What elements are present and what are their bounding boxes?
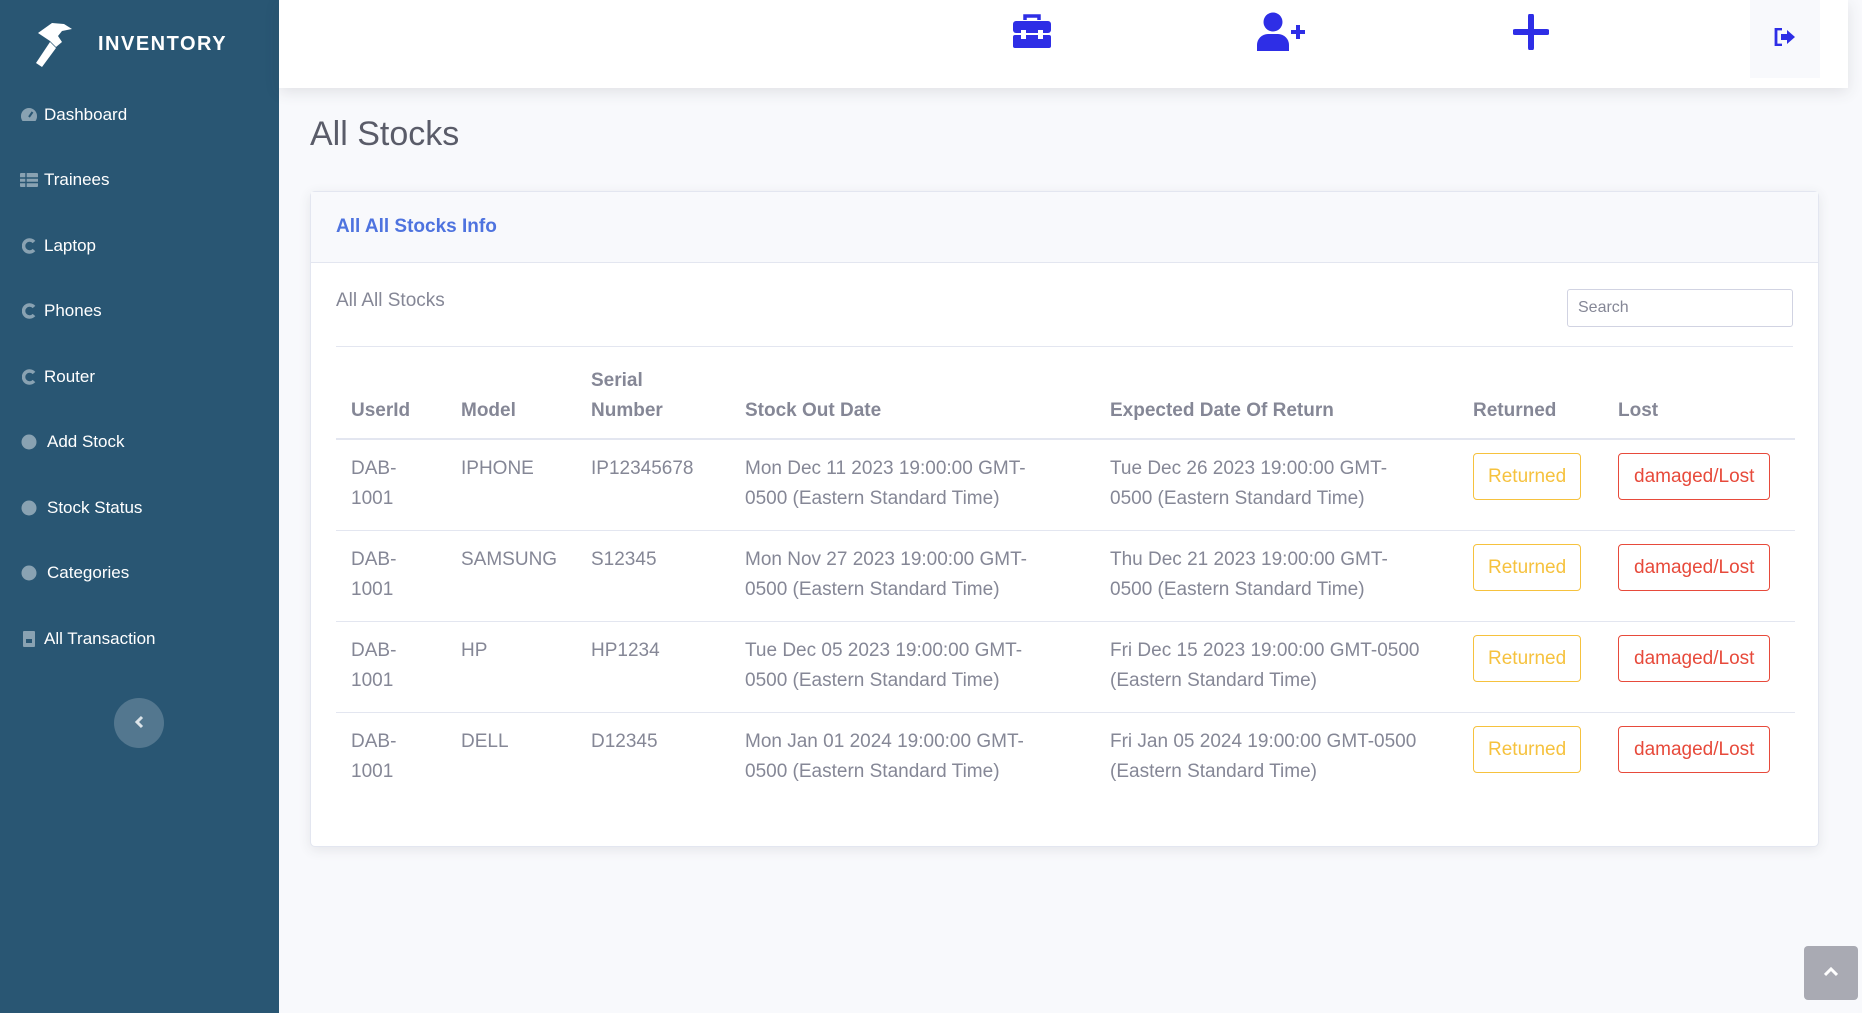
card-header: All All Stocks Info <box>311 192 1818 263</box>
logout-button[interactable] <box>1750 0 1820 78</box>
sidebar-item-router[interactable]: Router <box>0 344 279 410</box>
returned-button[interactable]: Returned <box>1473 725 1582 773</box>
cell-expected-return: Thu Dec 21 2023 19:00:00 GMT-0500 (Easte… <box>1095 530 1458 622</box>
table-row: DAB-1001 SAMSUNG S12345 Mon Nov 27 2023 … <box>336 530 1795 622</box>
cell-returned: Returned <box>1458 712 1603 803</box>
circle-icon <box>19 498 39 518</box>
cell-stock-out-date: Mon Dec 11 2023 19:00:00 GMT-0500 (Easte… <box>730 439 1095 531</box>
sidebar-item-label: All Transaction <box>44 628 156 648</box>
add-user-button[interactable] <box>1256 12 1306 57</box>
sidebar-item-label: Router <box>44 366 96 386</box>
cell-model: HP <box>446 621 576 713</box>
add-button[interactable] <box>1509 12 1553 56</box>
sidebar-item-label: Add Stock <box>47 432 125 452</box>
sidebar-item-add-stock[interactable]: Add Stock <box>0 410 279 476</box>
brand[interactable]: INVENTORY <box>0 0 279 88</box>
table-row: DAB-1001 HP HP1234 Tue Dec 05 2023 19:00… <box>336 621 1795 713</box>
cell-returned: Returned <box>1458 439 1603 531</box>
returned-button[interactable]: Returned <box>1473 453 1582 500</box>
sidebar-item-label: Dashboard <box>44 104 128 124</box>
stocks-card: All All Stocks Info All All Stocks UserI… <box>310 191 1819 847</box>
circle-icon <box>19 563 39 583</box>
c-icon <box>19 236 39 256</box>
sidebar-nav: Dashboard Trainees Laptop Phones Router <box>0 82 279 672</box>
sidebar-item-laptop[interactable]: Laptop <box>0 213 279 279</box>
cell-lost: damaged/Lost <box>1603 530 1795 622</box>
damaged-lost-button[interactable]: damaged/Lost <box>1618 453 1771 500</box>
cell-serial: S12345 <box>576 530 730 622</box>
card-subtitle: All All Stocks <box>336 290 445 311</box>
sidebar-item-dashboard[interactable]: Dashboard <box>0 82 279 148</box>
cell-lost: damaged/Lost <box>1603 621 1795 713</box>
returned-button[interactable]: Returned <box>1473 543 1582 591</box>
returned-button[interactable]: Returned <box>1473 634 1582 682</box>
table-row: DAB-1001 DELL D12345 Mon Jan 01 2024 19:… <box>336 712 1795 803</box>
column-header-returned[interactable]: Returned <box>1458 347 1603 440</box>
cell-stock-out-date: Mon Jan 01 2024 19:00:00 GMT-0500 (Easte… <box>745 730 1024 782</box>
sidebar-item-label: Phones <box>44 301 102 321</box>
sidebar-item-all-transaction[interactable]: All Transaction <box>0 606 279 672</box>
cell-serial: HP1234 <box>576 621 730 713</box>
sidebar-item-phones[interactable]: Phones <box>0 279 279 345</box>
sidebar-item-label: Trainees <box>44 170 110 190</box>
brand-name: INVENTORY <box>98 32 228 55</box>
damaged-lost-button[interactable]: damaged/Lost <box>1618 725 1771 773</box>
table-header-row: UserId Model Serial Number Stock Out Dat… <box>336 347 1795 440</box>
cell-userid: DAB-1001 <box>336 439 446 531</box>
circle-icon <box>19 432 39 452</box>
column-header-serial-number[interactable]: Serial Number <box>576 347 730 440</box>
plus-icon <box>1512 12 1550 55</box>
damaged-lost-button[interactable]: damaged/Lost <box>1618 634 1771 682</box>
cell-expected-return: Fri Dec 15 2023 19:00:00 GMT-0500 (Easte… <box>1095 621 1458 713</box>
chevron-left-icon <box>134 712 144 735</box>
sidebar-item-categories[interactable]: Categories <box>0 541 279 607</box>
cell-model: DELL <box>461 730 509 752</box>
column-header-model[interactable]: Model <box>446 347 576 440</box>
toolbox-icon <box>1012 13 1052 55</box>
sidebar: INVENTORY Dashboard Trainees Laptop Phon… <box>0 0 279 1013</box>
table-icon <box>19 170 39 190</box>
column-header-userid[interactable]: UserId <box>336 347 446 440</box>
cell-serial: D12345 <box>591 730 658 752</box>
column-header-expected-return[interactable]: Expected Date Of Return <box>1095 347 1458 440</box>
hammer-icon <box>34 20 80 68</box>
cell-lost: damaged/Lost <box>1603 439 1795 531</box>
sidebar-item-label: Stock Status <box>47 497 143 517</box>
scroll-to-top-button[interactable] <box>1804 946 1858 1000</box>
cell-stock-out-date: Tue Dec 05 2023 19:00:00 GMT-0500 (Easte… <box>730 621 1095 713</box>
cell-userid: DAB-1001 <box>336 621 446 713</box>
c-icon <box>19 301 39 321</box>
cell-lost: damaged/Lost <box>1603 712 1795 803</box>
sidebar-toggle-button[interactable] <box>114 698 164 748</box>
sidebar-item-stock-status[interactable]: Stock Status <box>0 475 279 541</box>
column-header-stock-out-date[interactable]: Stock Out Date <box>730 347 1095 440</box>
chevron-up-icon <box>1823 964 1839 982</box>
cell-stock-out-date: Mon Nov 27 2023 19:00:00 GMT-0500 (Easte… <box>730 530 1095 622</box>
sidebar-item-trainees[interactable]: Trainees <box>0 148 279 214</box>
user-plus-icon <box>1256 12 1306 57</box>
toolbox-button[interactable] <box>1010 12 1054 56</box>
damaged-lost-button[interactable]: damaged/Lost <box>1618 543 1771 591</box>
cell-expected-return: Fri Jan 05 2024 19:00:00 GMT-0500 (Easte… <box>1110 730 1417 782</box>
topbar <box>279 0 1848 88</box>
page-title: All Stocks <box>310 115 460 153</box>
cell-expected-return: Tue Dec 26 2023 19:00:00 GMT-0500 (Easte… <box>1095 439 1458 531</box>
stocks-table: UserId Model Serial Number Stock Out Dat… <box>336 347 1795 803</box>
cell-userid: DAB-1001 <box>351 730 397 782</box>
cell-serial: IP12345678 <box>576 439 730 531</box>
cell-returned: Returned <box>1458 530 1603 622</box>
sidebar-item-label: Categories <box>47 563 130 583</box>
cell-returned: Returned <box>1458 621 1603 713</box>
cell-model: SAMSUNG <box>446 530 576 622</box>
sign-out-icon <box>1774 27 1796 51</box>
receipt-icon <box>19 629 39 649</box>
tachometer-icon <box>19 105 39 125</box>
sidebar-item-label: Laptop <box>44 235 96 255</box>
search-input[interactable] <box>1567 289 1793 327</box>
c-icon <box>19 367 39 387</box>
column-header-lost[interactable]: Lost <box>1603 347 1795 440</box>
table-row: DAB-1001 IPHONE IP12345678 Mon Dec 11 20… <box>336 439 1795 531</box>
cell-userid: DAB-1001 <box>336 530 446 622</box>
cell-model: IPHONE <box>446 439 576 531</box>
